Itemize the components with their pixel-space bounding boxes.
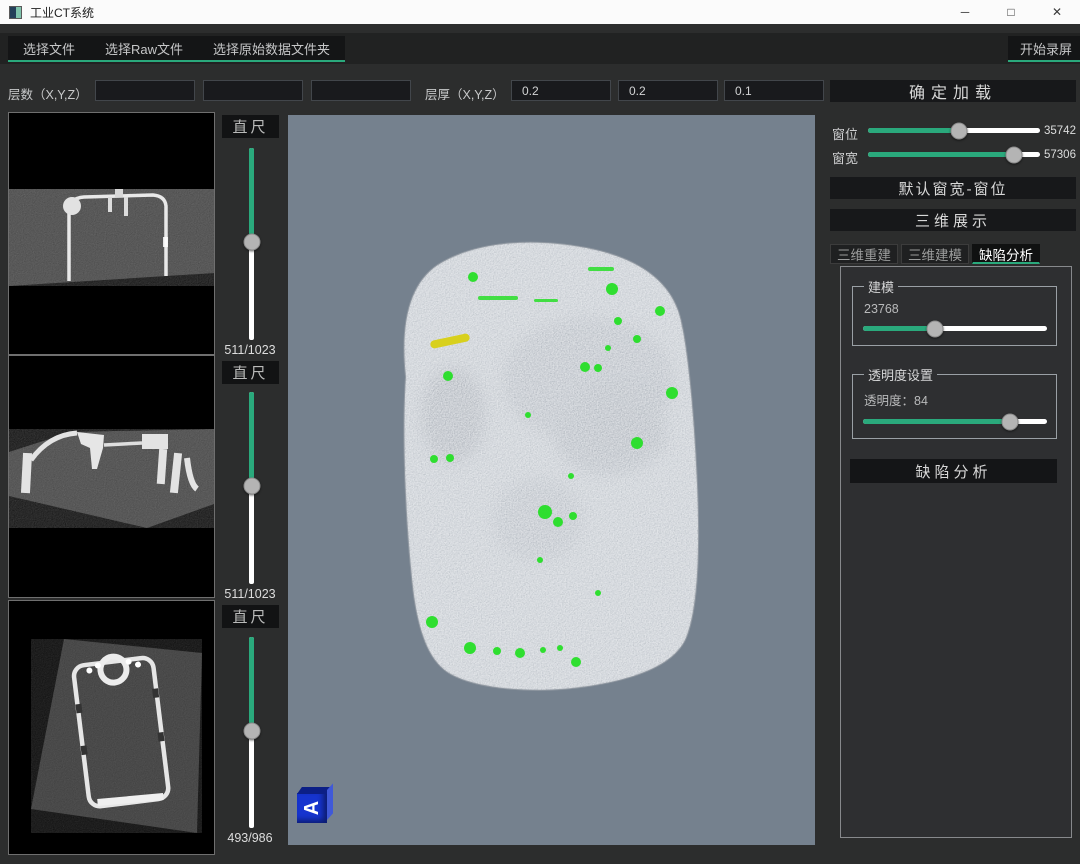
transparency-value: 透明度：84 bbox=[864, 390, 1047, 409]
ct-slice-image-1 bbox=[9, 113, 214, 354]
logo-letter: A bbox=[297, 793, 327, 823]
window-level-label: 窗位 bbox=[832, 124, 858, 143]
modeling-group-title: 建模 bbox=[864, 277, 898, 296]
window-width-slider[interactable] bbox=[868, 152, 1040, 157]
layers-y-input[interactable] bbox=[203, 80, 303, 101]
layers-label: 层数（X,Y,Z） bbox=[8, 84, 88, 103]
default-window-button[interactable]: 默认窗宽-窗位 bbox=[830, 177, 1076, 199]
slice-position-1: 511/1023 bbox=[212, 343, 288, 357]
layers-x-input[interactable] bbox=[95, 80, 195, 101]
modeling-value: 23768 bbox=[864, 302, 1047, 316]
window-level-slider[interactable] bbox=[868, 128, 1040, 133]
transparency-groupbox: 透明度设置 透明度：84 bbox=[852, 365, 1057, 439]
thickness-label: 层厚（X,Y,Z） bbox=[425, 84, 505, 103]
3d-model-render bbox=[288, 115, 815, 845]
slice-slider-1[interactable] bbox=[249, 148, 254, 340]
start-recording-button[interactable]: 开始录屏 bbox=[1008, 36, 1080, 62]
ruler-button-1[interactable]: 直尺 bbox=[222, 115, 279, 138]
app-window: 工业CT系统 ─ □ ✕ 选择文件 选择Raw文件 选择原始数据文件夹 开始录屏… bbox=[0, 0, 1080, 864]
tab-3d-modeling[interactable]: 三维建模 bbox=[901, 244, 969, 264]
toolbar: 选择文件 选择Raw文件 选择原始数据文件夹 开始录屏 bbox=[0, 33, 1080, 64]
thickness-z-input[interactable] bbox=[724, 80, 824, 101]
defect-analysis-panel: 建模 23768 透明度设置 透明度：84 缺陷分析 bbox=[840, 266, 1072, 838]
ruler-button-3[interactable]: 直尺 bbox=[222, 605, 279, 628]
window-controls: ─ □ ✕ bbox=[942, 0, 1080, 24]
minimize-button[interactable]: ─ bbox=[942, 0, 988, 24]
ruler-button-2[interactable]: 直尺 bbox=[222, 361, 279, 384]
ct-slice-thumbnail-1[interactable] bbox=[8, 112, 215, 355]
window-width-value: 57306 bbox=[1044, 149, 1076, 161]
app-icon bbox=[9, 6, 22, 19]
modeling-slider[interactable] bbox=[863, 326, 1047, 331]
ct-slice-thumbnail-3[interactable] bbox=[8, 600, 215, 855]
tab-defect-analysis[interactable]: 缺陷分析 bbox=[972, 244, 1040, 264]
ct-slice-image-2 bbox=[9, 356, 214, 597]
ct-slice-image-3 bbox=[9, 601, 214, 854]
transparency-group-title: 透明度设置 bbox=[864, 365, 937, 384]
maximize-button[interactable]: □ bbox=[988, 0, 1034, 24]
avizo-logo-cube: A bbox=[297, 793, 327, 823]
slice-position-2: 511/1023 bbox=[212, 587, 288, 601]
window-title: 工业CT系统 bbox=[30, 4, 94, 21]
select-file-button[interactable]: 选择文件 bbox=[8, 36, 90, 60]
slice-position-3: 493/986 bbox=[212, 831, 288, 845]
ct-slice-thumbnail-2[interactable] bbox=[8, 355, 215, 598]
titlebar: 工业CT系统 ─ □ ✕ bbox=[0, 0, 1080, 24]
slice-slider-2[interactable] bbox=[249, 392, 254, 584]
3d-viewport[interactable]: A bbox=[288, 115, 815, 845]
slice-slider-3[interactable] bbox=[249, 637, 254, 828]
window-level-value: 35742 bbox=[1044, 125, 1076, 137]
tab-3d-reconstruction[interactable]: 三维重建 bbox=[830, 244, 898, 264]
confirm-load-button[interactable]: 确定加载 bbox=[830, 80, 1076, 102]
select-raw-file-button[interactable]: 选择Raw文件 bbox=[90, 36, 198, 60]
thickness-x-input[interactable] bbox=[511, 80, 611, 101]
file-button-group: 选择文件 选择Raw文件 选择原始数据文件夹 bbox=[8, 36, 345, 62]
3d-display-button[interactable]: 三维展示 bbox=[830, 209, 1076, 231]
select-raw-data-folder-button[interactable]: 选择原始数据文件夹 bbox=[198, 36, 345, 60]
modeling-groupbox: 建模 23768 bbox=[852, 277, 1057, 346]
analysis-tabs: 三维重建 三维建模 缺陷分析 bbox=[830, 244, 1040, 264]
transparency-slider[interactable] bbox=[863, 419, 1047, 424]
close-button[interactable]: ✕ bbox=[1034, 0, 1080, 24]
defect-analysis-button[interactable]: 缺陷分析 bbox=[850, 459, 1057, 483]
thickness-y-input[interactable] bbox=[618, 80, 718, 101]
layers-z-input[interactable] bbox=[311, 80, 411, 101]
window-width-label: 窗宽 bbox=[832, 148, 858, 167]
